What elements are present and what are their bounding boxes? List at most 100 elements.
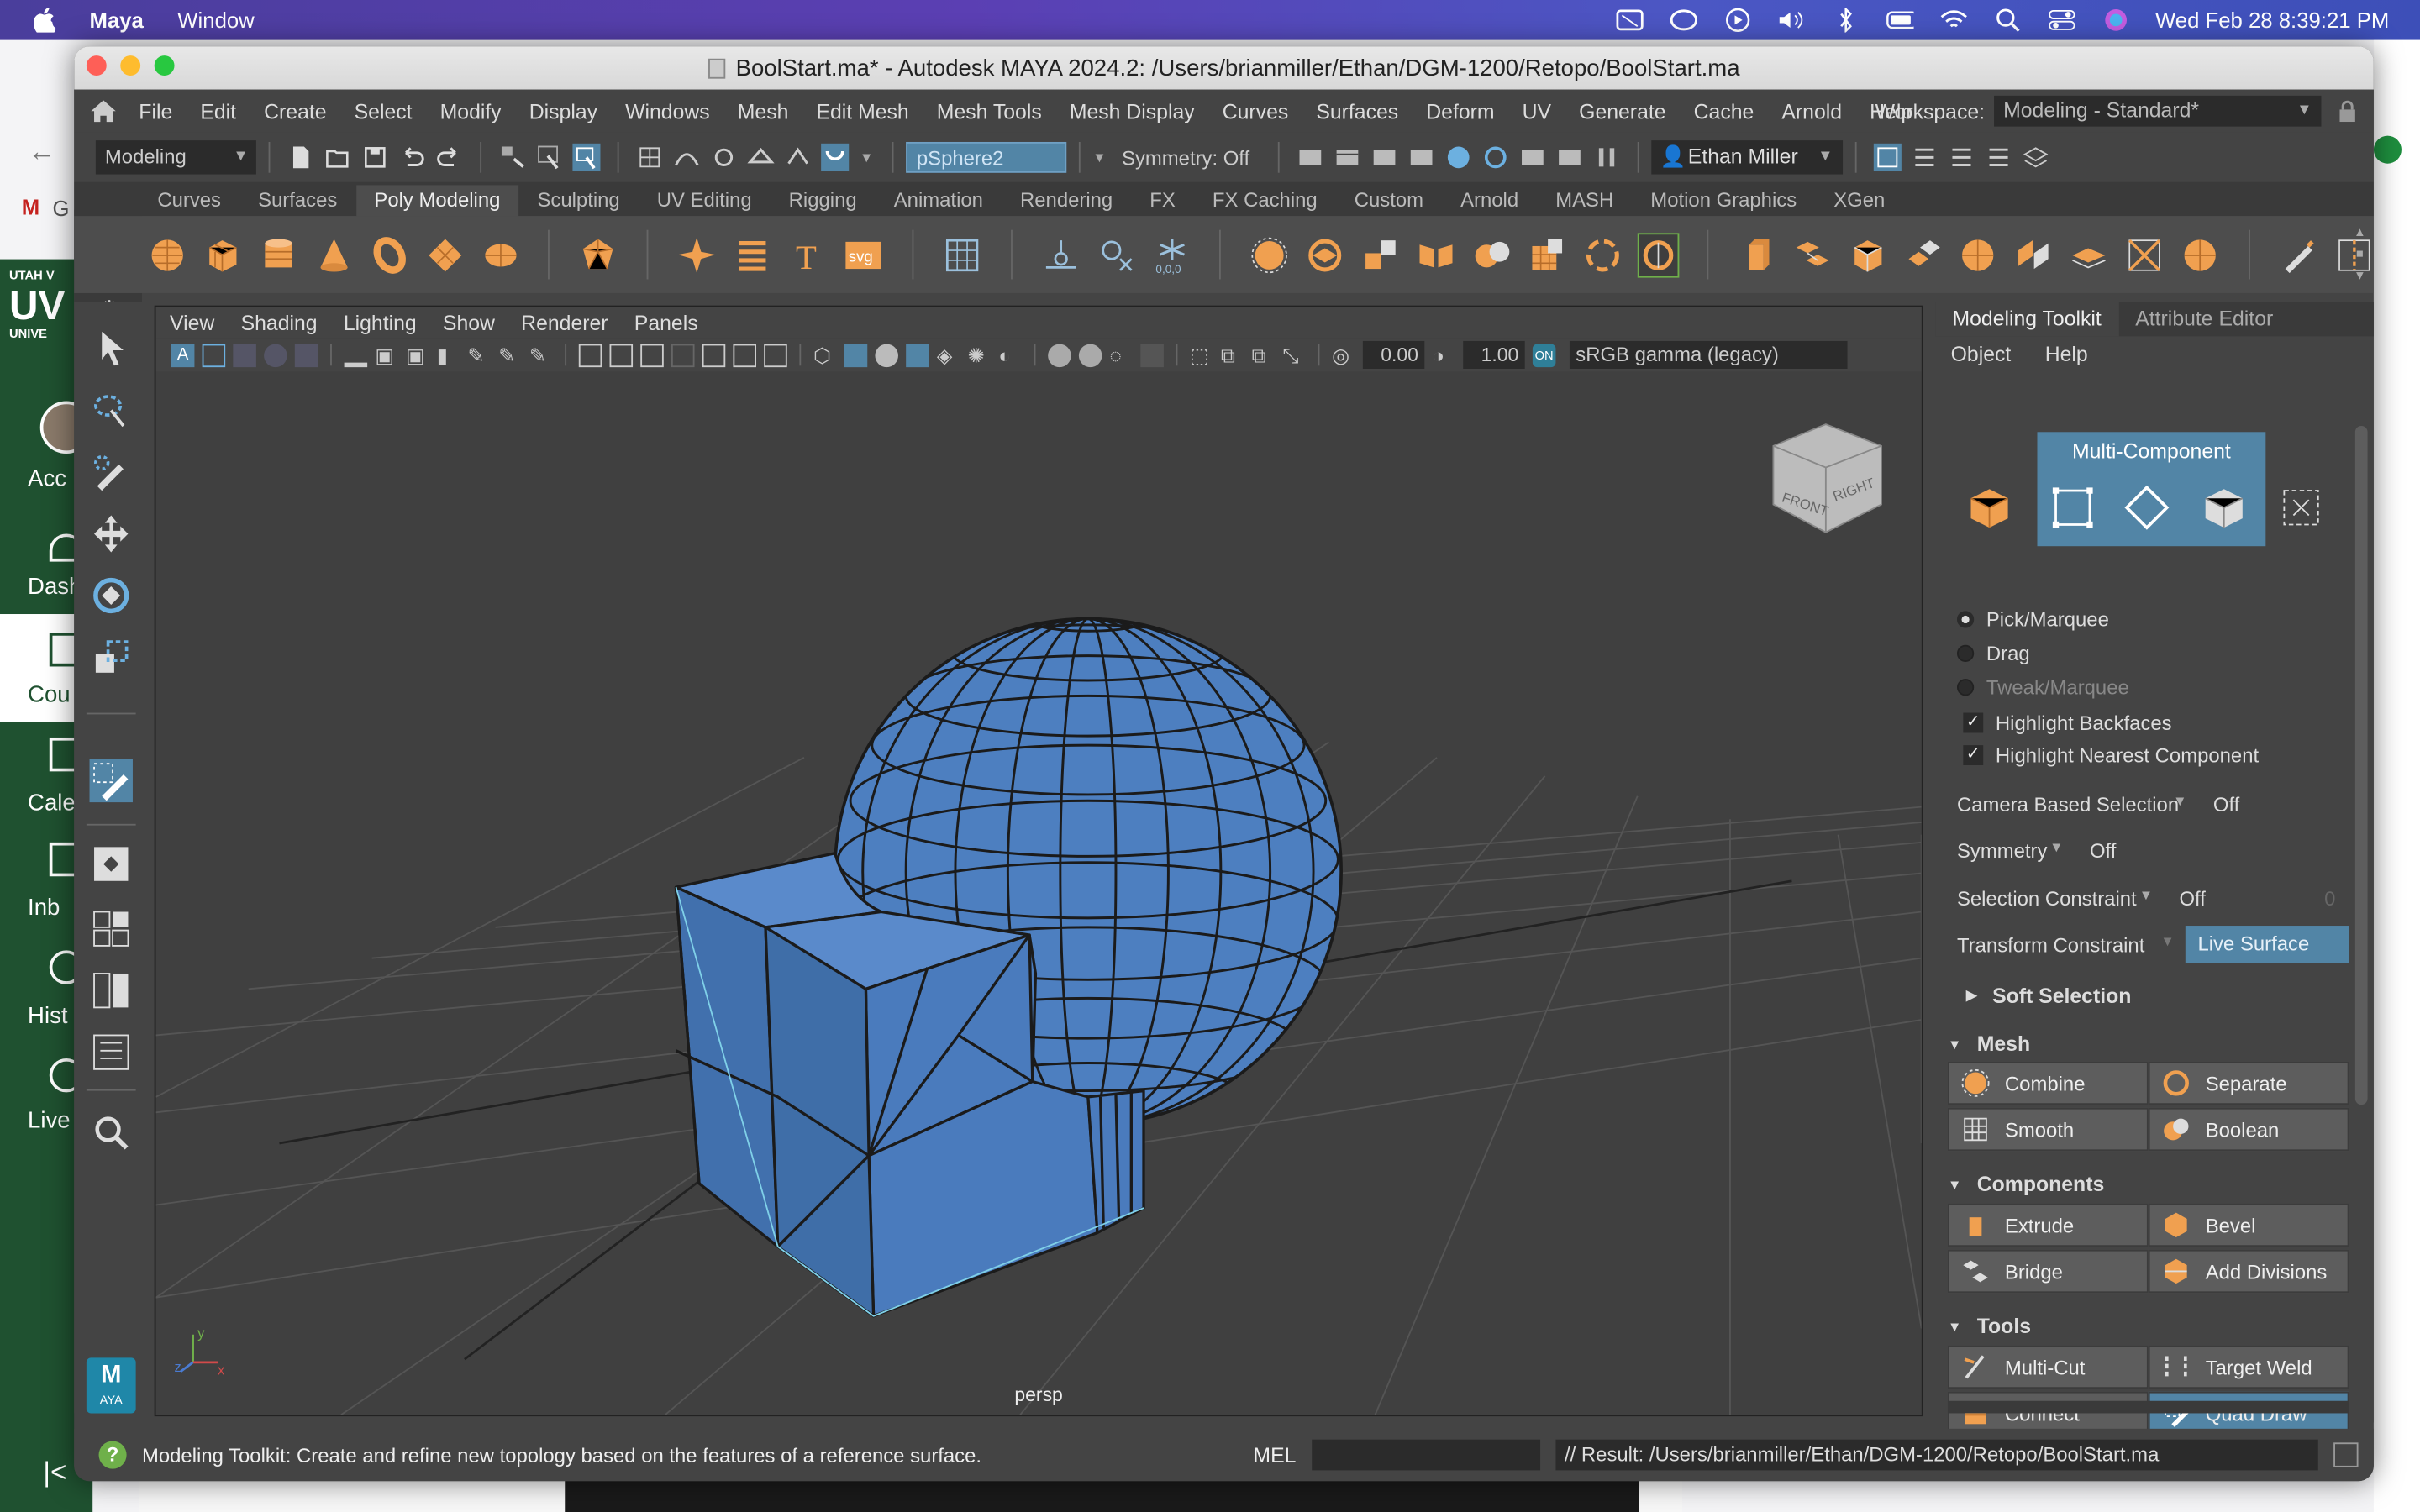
- symmetry-status[interactable]: Symmetry: Off: [1122, 146, 1249, 170]
- arnold-render-icon[interactable]: [1518, 144, 1546, 171]
- selection-constraint-arrow[interactable]: ▼: [2139, 887, 2153, 902]
- lock-icon[interactable]: [2337, 100, 2359, 123]
- back-arrow-icon[interactable]: ←: [28, 136, 55, 169]
- motion-blur-icon[interactable]: [1078, 343, 1102, 367]
- retopologize-icon[interactable]: [1637, 232, 1679, 277]
- viewport-menu-renderer[interactable]: Renderer: [521, 311, 608, 334]
- poly-cut-icon[interactable]: [2181, 234, 2219, 276]
- color-space-dropdown[interactable]: sRGB gamma (legacy): [1569, 340, 1848, 369]
- use-all-lights-icon[interactable]: [702, 343, 726, 367]
- gmail-bookmark-label[interactable]: G: [52, 196, 69, 220]
- viewport-menu-panels[interactable]: Panels: [634, 311, 698, 334]
- two-view-layout-icon[interactable]: [90, 969, 133, 1011]
- separate-button[interactable]: Separate: [2148, 1061, 2349, 1105]
- toggle-tool-settings-icon[interactable]: [1947, 144, 1975, 171]
- select-component-icon[interactable]: [572, 143, 601, 171]
- bookmarks-icon[interactable]: [233, 343, 256, 367]
- extract-icon[interactable]: [1361, 234, 1400, 276]
- poly-plane-icon[interactable]: [425, 234, 464, 276]
- menu-windows[interactable]: Windows: [625, 99, 710, 123]
- uv-editor-icon[interactable]: [943, 234, 981, 276]
- new-scene-icon[interactable]: [287, 144, 315, 171]
- viewport-menu-view[interactable]: View: [170, 311, 214, 334]
- poly-sphere-icon[interactable]: [148, 234, 187, 276]
- four-view-layout-icon[interactable]: [90, 907, 133, 950]
- append-polygon-icon[interactable]: [1959, 234, 1997, 276]
- multi-cut-shelf-icon[interactable]: [2125, 234, 2164, 276]
- menu-modify[interactable]: Modify: [440, 99, 502, 123]
- radio-drag[interactable]: Drag: [1956, 642, 2030, 665]
- ipr-render-icon[interactable]: [1370, 144, 1397, 171]
- selection-constraint-value[interactable]: Off: [2179, 887, 2205, 911]
- edge-mode-icon[interactable]: [2123, 485, 2170, 531]
- close-window-button[interactable]: [86, 55, 107, 76]
- snap-view-plane-icon[interactable]: [747, 144, 775, 171]
- gamma-field[interactable]: 1.00: [1463, 340, 1525, 369]
- shelf-tab-curves[interactable]: Curves: [139, 185, 239, 216]
- select-tool-icon[interactable]: [90, 327, 133, 370]
- siri-icon[interactable]: [2102, 8, 2129, 32]
- snap-curve-icon[interactable]: [673, 144, 701, 171]
- toggle-layer-editor-icon[interactable]: [2022, 144, 2049, 171]
- make-live-icon[interactable]: [821, 143, 850, 171]
- snap-point-icon[interactable]: [710, 144, 738, 171]
- object-mode-icon[interactable]: [1966, 485, 2012, 531]
- apple-icon[interactable]: [34, 8, 56, 33]
- mac-clock[interactable]: Wed Feb 28 8:39:21 PM: [2155, 8, 2389, 32]
- select-hierarchy-icon[interactable]: [498, 144, 526, 171]
- shelf-tab-surfaces[interactable]: Surfaces: [239, 185, 355, 216]
- remesh-icon[interactable]: [1583, 234, 1622, 276]
- maya-logo[interactable]: M AYA: [86, 1357, 136, 1414]
- menuset-dropdown[interactable]: Modeling: [95, 140, 256, 175]
- vertex-mode-icon[interactable]: [2049, 485, 2096, 531]
- tab-modeling-toolkit[interactable]: Modeling Toolkit: [1935, 302, 2119, 337]
- poly-helix-icon[interactable]: [734, 234, 772, 276]
- shelf-tab-rendering[interactable]: Rendering: [1002, 185, 1131, 216]
- shelf-tab-arnold[interactable]: Arnold: [1442, 185, 1537, 216]
- viewport-menu-show[interactable]: Show: [443, 311, 495, 334]
- wireframe-cube-icon[interactable]: ⬡: [813, 344, 837, 367]
- shelf-tab-fx-caching[interactable]: FX Caching: [1194, 185, 1336, 216]
- search-icon[interactable]: [90, 1110, 133, 1153]
- mtk-scrollbar[interactable]: [2354, 425, 2368, 1105]
- boolean-button[interactable]: Boolean: [2148, 1107, 2349, 1152]
- camera-icon[interactable]: ▣: [375, 344, 398, 367]
- mel-label[interactable]: MEL: [1253, 1443, 1296, 1467]
- paint-select-icon[interactable]: [90, 450, 133, 493]
- bluetooth-icon[interactable]: [1831, 8, 1859, 33]
- hypershade-icon[interactable]: [1444, 144, 1472, 171]
- menu-curves[interactable]: Curves: [1223, 99, 1289, 123]
- shelf-tab-rigging[interactable]: Rigging: [771, 185, 876, 216]
- uv-mode-icon[interactable]: [2278, 485, 2324, 531]
- save-scene-icon[interactable]: [361, 144, 389, 171]
- help-icon[interactable]: ?: [98, 1441, 127, 1469]
- target-weld-button[interactable]: Target Weld: [2148, 1345, 2349, 1389]
- isolate-select-icon[interactable]: ⬚: [1190, 344, 1213, 367]
- shelf-tab-fx[interactable]: FX: [1131, 185, 1194, 216]
- poly-cylinder-icon[interactable]: [259, 234, 297, 276]
- select-camera-icon[interactable]: A: [171, 343, 195, 367]
- 2d-pan-zoom-icon[interactable]: [294, 343, 318, 367]
- mac-app-name[interactable]: Maya: [90, 8, 144, 32]
- menu-edit[interactable]: Edit: [200, 99, 236, 123]
- viewport-menu-lighting[interactable]: Lighting: [344, 311, 417, 334]
- color-management-icon[interactable]: ON: [1532, 343, 1556, 367]
- mac-menu-window[interactable]: Window: [177, 8, 254, 32]
- safe-title-icon[interactable]: ✎: [529, 344, 553, 367]
- smooth-shade-all-icon[interactable]: [844, 343, 868, 367]
- grease-pencil-icon[interactable]: [344, 344, 368, 367]
- wireframe-on-shaded-icon[interactable]: [906, 343, 929, 367]
- poly-type-icon[interactable]: T: [789, 234, 828, 276]
- viewport-canvas[interactable]: FRONT RIGHT y x z persp: [155, 371, 1922, 1415]
- toggle-channel-box-icon[interactable]: [1984, 144, 2012, 171]
- screen-share-icon[interactable]: [1615, 8, 1643, 32]
- bridge-icon[interactable]: [1793, 234, 1832, 276]
- screen-space-ao-icon[interactable]: [764, 343, 787, 367]
- zoom-window-button[interactable]: [154, 55, 175, 76]
- svg-tool-icon[interactable]: svg: [844, 234, 883, 276]
- exposure-icon[interactable]: ◎: [1332, 344, 1355, 367]
- spotlight-search-icon[interactable]: [1993, 8, 2021, 32]
- checkbox-highlight-nearest[interactable]: ✓ Highlight Nearest Component: [1963, 743, 2259, 767]
- shelf-tab-poly-modeling[interactable]: Poly Modeling: [355, 185, 519, 217]
- soft-selection-header[interactable]: ▶ Soft Selection: [1948, 984, 2349, 1008]
